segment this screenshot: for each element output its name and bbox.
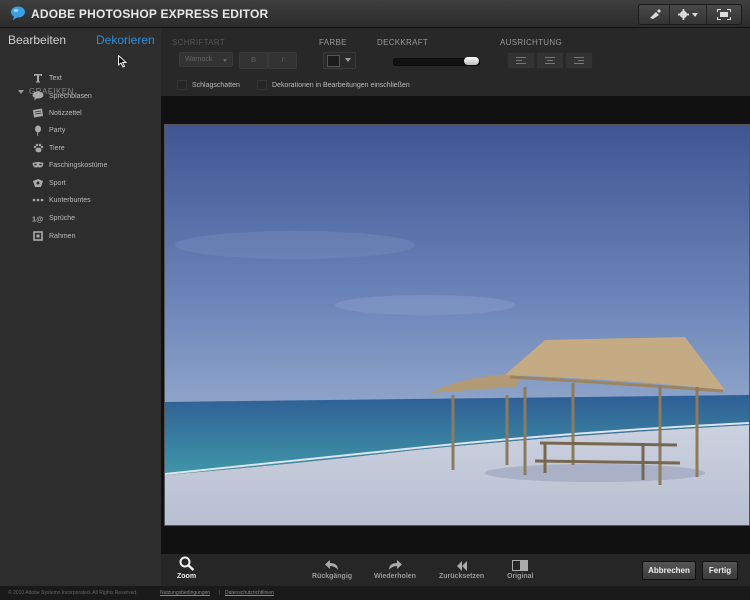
svg-text:1@?: 1@? xyxy=(32,214,44,222)
align-left-button[interactable] xyxy=(507,52,535,69)
title-bar: ADOBE PHOTOSHOP EXPRESS EDITOR xyxy=(0,0,750,28)
sidebar-item-sport[interactable]: Sport xyxy=(32,176,66,190)
original-button[interactable]: Original xyxy=(507,556,533,580)
terms-link[interactable]: Nutzungsbedingungen xyxy=(160,590,210,596)
sidebar-item-sayings[interactable]: 1@? Sprüche xyxy=(32,211,75,225)
include-decorations-checkbox[interactable]: Dekorationen in Bearbeitungen einschließ… xyxy=(257,80,410,90)
mouse-cursor-icon xyxy=(118,55,127,68)
photo-canvas[interactable] xyxy=(164,124,750,526)
align-center-icon xyxy=(545,57,555,64)
text-icon xyxy=(32,73,44,84)
undo-icon xyxy=(324,556,340,571)
checkbox-box[interactable] xyxy=(177,80,187,90)
align-left-icon xyxy=(516,57,526,64)
fullscreen-icon xyxy=(717,9,731,20)
redo-icon xyxy=(387,556,403,571)
redo-button[interactable]: Wiederholen xyxy=(374,556,416,580)
chevron-down-icon xyxy=(223,59,227,62)
mask-icon xyxy=(32,160,44,171)
alignment-label: AUSRICHTUNG xyxy=(500,38,562,47)
sidebar-item-text[interactable]: Text xyxy=(32,71,62,85)
fullscreen-button[interactable] xyxy=(707,5,741,24)
font-label: SCHRIFTART xyxy=(172,38,225,47)
align-right-button[interactable] xyxy=(565,52,593,69)
bold-button[interactable]: B xyxy=(239,52,268,69)
sidebar-item-miscellaneous[interactable]: Kunterbuntes xyxy=(32,193,91,207)
color-label: FARBE xyxy=(319,38,347,47)
sport-icon xyxy=(32,178,44,189)
tab-decorate[interactable]: Dekorieren xyxy=(96,33,155,47)
window-controls xyxy=(638,4,742,25)
canvas-area xyxy=(161,96,750,554)
gear-icon xyxy=(678,9,689,20)
color-picker[interactable] xyxy=(323,52,356,69)
settings-button[interactable] xyxy=(670,5,707,24)
paw-icon xyxy=(32,143,44,154)
align-center-button[interactable] xyxy=(536,52,564,69)
reset-button[interactable]: Zurücksetzen xyxy=(439,556,484,580)
color-swatch xyxy=(327,55,340,67)
sidebar-item-speech-bubbles[interactable]: Sprechblasen xyxy=(32,89,92,103)
sidebar-item-frames[interactable]: Rahmen xyxy=(32,229,75,243)
note-icon xyxy=(32,108,44,119)
dots-icon xyxy=(32,195,44,206)
opacity-slider-knob[interactable] xyxy=(464,57,479,65)
checkbox-box[interactable] xyxy=(257,80,267,90)
sidebar-item-notes[interactable]: Notizzettel xyxy=(32,106,82,120)
font-select[interactable]: Warnock xyxy=(179,52,233,67)
beach-photo xyxy=(165,125,749,525)
opacity-label: DECKKRAFT xyxy=(377,38,429,47)
italic-button[interactable]: I xyxy=(268,52,297,69)
opacity-slider[interactable] xyxy=(393,57,480,66)
reset-icon xyxy=(456,556,468,571)
sidebar-item-party[interactable]: Party xyxy=(32,123,65,137)
balloon-icon xyxy=(32,125,44,136)
zoom-button[interactable]: Zoom xyxy=(177,556,196,580)
cancel-button[interactable]: Abbrechen xyxy=(642,561,696,580)
sidebar-item-costumes[interactable]: Faschingskostüme xyxy=(32,158,107,172)
app-title: ADOBE PHOTOSHOP EXPRESS EDITOR xyxy=(31,7,269,21)
compare-icon xyxy=(512,556,529,571)
chevron-down-icon xyxy=(692,12,698,17)
sidebar-item-animals[interactable]: Tiere xyxy=(32,141,65,155)
app-logo-icon xyxy=(11,6,25,20)
quotes-icon: 1@? xyxy=(32,213,44,224)
zoom-icon xyxy=(179,556,195,571)
sidebar: Bearbeiten Dekorieren GRAFIKEN Text Spre… xyxy=(0,28,161,586)
undo-button[interactable]: Rückgängig xyxy=(312,556,352,580)
footer: © 2010 Adobe Systems Incorporated. All R… xyxy=(0,586,750,600)
privacy-link[interactable]: Datenschutzrichtlinien xyxy=(225,590,274,596)
expand-arrow-icon xyxy=(18,89,24,94)
speech-bubble-icon xyxy=(32,91,44,102)
chevron-down-icon xyxy=(345,58,351,62)
footer-separator: | xyxy=(219,590,221,596)
drop-shadow-checkbox[interactable]: Schlagschatten xyxy=(177,80,240,90)
frame-icon xyxy=(32,231,44,242)
stamp-button[interactable] xyxy=(639,5,670,24)
tab-edit[interactable]: Bearbeiten xyxy=(8,33,66,47)
bottom-toolbar: Zoom Rückgängig Wiederholen Zurücksetzen… xyxy=(161,554,750,586)
align-right-icon xyxy=(574,57,584,64)
stamp-icon xyxy=(649,9,661,19)
copyright-text: © 2010 Adobe Systems Incorporated. All R… xyxy=(8,590,138,596)
done-button[interactable]: Fertig xyxy=(702,561,738,580)
